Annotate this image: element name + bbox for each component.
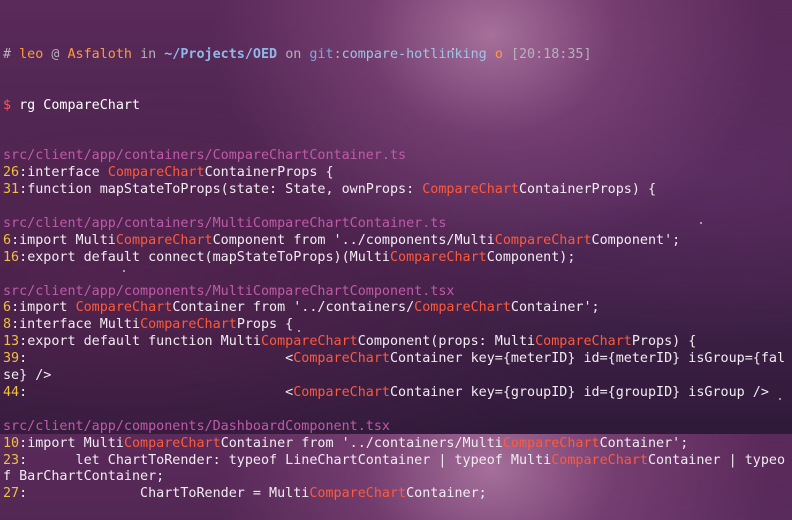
match-highlight: CompareChart xyxy=(115,232,213,248)
code-text: Component'; xyxy=(591,232,681,248)
code-text: Props) { xyxy=(631,334,697,350)
match-highlight: CompareChart xyxy=(123,435,221,451)
code-text: Container key={groupID} id={groupID} isG… xyxy=(389,384,769,400)
line-number: 27 xyxy=(3,486,20,502)
prompt-on: on xyxy=(285,46,302,62)
code-text: Component); xyxy=(486,249,576,265)
match-highlight: CompareChart xyxy=(140,317,237,333)
line-number: 6 xyxy=(3,232,12,248)
search-results: src/client/app/containers/CompareChartCo… xyxy=(3,148,789,503)
terminal-output[interactable]: # leo @ Asfaloth in ~/Projects/OED on gi… xyxy=(3,13,789,520)
result-file-path: src/client/app/components/MultiCompareCh… xyxy=(3,283,455,299)
match-highlight: CompareChart xyxy=(551,452,648,468)
result-file-path: src/client/app/components/DashboardCompo… xyxy=(3,418,390,434)
prompt-git: git xyxy=(309,46,334,62)
shell-prompt-line: # leo @ Asfaloth in ~/Projects/OED on gi… xyxy=(3,47,789,64)
match-highlight: CompareChart xyxy=(260,334,358,350)
code-text: let ChartToRender: typeof LineChartConta… xyxy=(27,452,552,468)
code-text: Container from '../containers/Multi xyxy=(220,435,503,451)
code-text: Component from '../components/Multi xyxy=(212,232,495,248)
result-match-line: 16:export default connect(mapStateToProp… xyxy=(3,249,576,265)
result-match-line: 26:interface CompareChartContainerProps … xyxy=(3,165,334,181)
match-highlight: CompareChart xyxy=(494,232,592,248)
code-text: ContainerProps { xyxy=(204,165,334,181)
line-number: 6 xyxy=(3,300,12,316)
line-number: 23 xyxy=(3,452,20,468)
result-match-line: 44: <CompareChartContainer key={groupID}… xyxy=(3,384,769,400)
result-match-line: 39: <CompareChartContainer key={meterID}… xyxy=(3,351,786,384)
match-highlight: CompareChart xyxy=(535,334,632,350)
prompt-host: Asfaloth xyxy=(67,46,133,62)
result-match-line: 13:export default function MultiCompareC… xyxy=(3,334,697,350)
result-match-line: 27: ChartToRender = MultiCompareChartCon… xyxy=(3,486,487,502)
code-text: Component(props: Multi xyxy=(357,334,536,350)
command-symbol: $ xyxy=(3,97,12,113)
prompt-in: in xyxy=(140,46,157,62)
code-text: Container'; xyxy=(599,435,689,451)
code-text: Container'; xyxy=(510,300,600,316)
command-text: rg CompareChart xyxy=(19,97,141,113)
match-highlight: CompareChart xyxy=(502,435,600,451)
match-highlight: CompareChart xyxy=(107,165,205,181)
match-highlight: CompareChart xyxy=(293,351,390,367)
code-text: Container from '../containers/ xyxy=(172,300,415,316)
prompt-branch: compare-hotlinking xyxy=(341,46,487,62)
match-highlight: CompareChart xyxy=(75,300,173,316)
result-match-line: 6:import MultiCompareChartComponent from… xyxy=(3,232,681,248)
prompt-time: [20:18:35] xyxy=(510,46,592,62)
code-text: interface Multi xyxy=(19,317,141,333)
line-number: 44 xyxy=(3,384,20,400)
match-highlight: CompareChart xyxy=(293,384,390,400)
result-match-line: 6:import CompareChartContainer from '../… xyxy=(3,300,600,316)
match-highlight: CompareChart xyxy=(422,182,519,198)
code-text: interface xyxy=(27,165,108,181)
line-number: 13 xyxy=(3,334,20,350)
code-text: ContainerProps) { xyxy=(518,182,657,198)
code-text: Container; xyxy=(406,486,487,502)
prompt-hash: # xyxy=(3,46,12,62)
prompt-user: leo xyxy=(19,46,44,62)
code-text: function mapStateToProps(state: State, o… xyxy=(27,182,423,198)
code-text: < xyxy=(27,351,294,367)
line-number: 31 xyxy=(3,182,20,198)
result-match-line: 23: let ChartToRender: typeof LineChartC… xyxy=(3,452,786,485)
line-number: 10 xyxy=(3,435,20,451)
line-number: 39 xyxy=(3,351,20,367)
code-text: export default function Multi xyxy=(27,334,261,350)
code-text: ChartToRender = Multi xyxy=(27,486,310,502)
code-text: import Multi xyxy=(27,435,124,451)
prompt-at: @ xyxy=(51,46,60,62)
prompt-path: ~/Projects/OED xyxy=(164,46,278,62)
match-highlight: CompareChart xyxy=(414,300,511,316)
prompt-dirty-indicator: o xyxy=(494,46,503,62)
result-match-line: 8:interface MultiCompareChartProps { xyxy=(3,317,294,333)
line-number: 8 xyxy=(3,317,12,333)
code-text: export default connect(mapStateToProps)(… xyxy=(27,249,390,265)
result-file-path: src/client/app/containers/CompareChartCo… xyxy=(3,148,407,164)
line-number: 16 xyxy=(3,249,20,265)
code-text: import xyxy=(19,300,76,316)
prompt-colon: : xyxy=(333,46,342,62)
match-highlight: CompareChart xyxy=(309,486,407,502)
code-text: Props { xyxy=(236,317,294,333)
result-match-line: 31:function mapStateToProps(state: State… xyxy=(3,182,657,198)
command-line: $ rg CompareChart xyxy=(3,98,789,115)
line-number: 26 xyxy=(3,165,20,181)
result-file-path: src/client/app/containers/MultiCompareCh… xyxy=(3,215,447,231)
result-match-line: 10:import MultiCompareChartContainer fro… xyxy=(3,435,689,451)
match-highlight: CompareChart xyxy=(389,249,487,265)
code-text: import Multi xyxy=(19,232,116,248)
code-text: < xyxy=(27,384,294,400)
